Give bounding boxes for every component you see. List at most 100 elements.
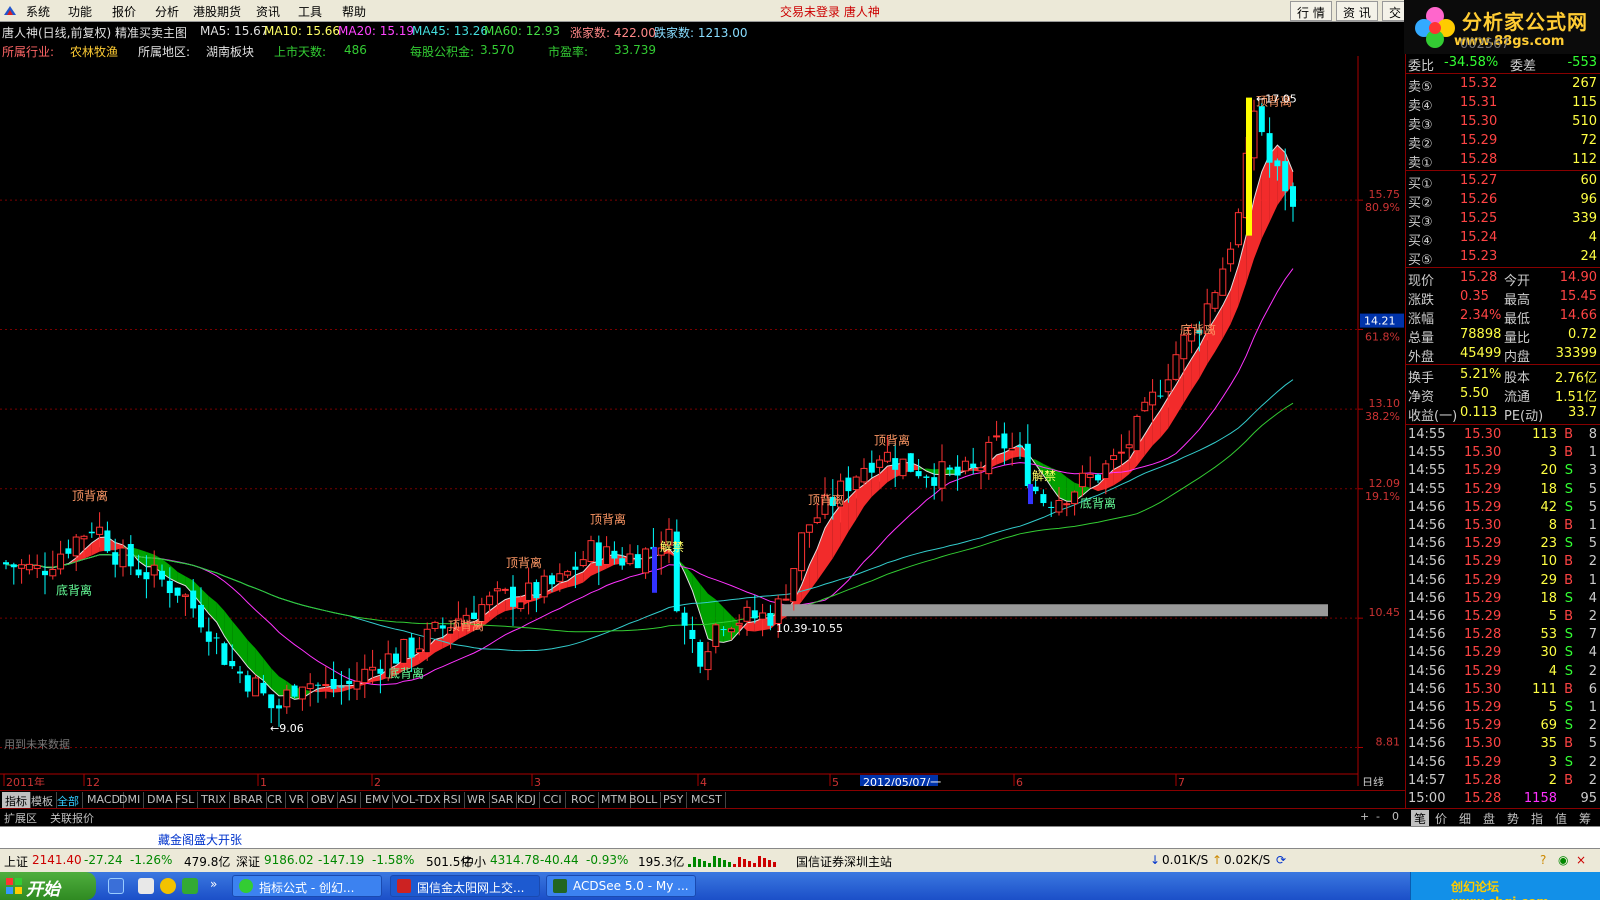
task-trading-window[interactable]: 国信金太阳网上交... [390,875,540,897]
bid-price: 15.24 [1460,230,1498,245]
indicator-tab-vr[interactable]: VR [286,792,309,808]
ask-level-label: 卖② [1408,137,1433,152]
up-arrow-icon: ↑ [1212,853,1223,867]
start-button[interactable]: 开始 [0,872,96,900]
zoom-in-button[interactable]: + [1360,810,1369,823]
indicator-tab-vol-tdx[interactable]: VOL-TDX [390,792,445,808]
side-tab-3[interactable]: 盘 [1483,810,1495,827]
indicator-tab-psy[interactable]: PSY [660,792,688,808]
tab-info[interactable]: 资 讯 [1336,1,1378,21]
price-tick-label: 8.81 [1376,735,1401,748]
indicator-tab-mcst[interactable]: MCST [688,792,726,808]
weicha-label: 委差 [1510,59,1537,74]
app-shortcut-icon[interactable] [182,878,198,894]
stat-value: 33399 [1555,346,1597,361]
help-icon[interactable]: ? [1540,853,1546,867]
stat-value: 14.90 [1559,270,1597,285]
app-window: 系统 功能 报价 分析 港股期货 资讯 工具 帮助 交易未登录 唐人神 行 情 … [0,0,1600,900]
side-tab-0[interactable]: 笔 [1411,810,1430,827]
stat-value: 0.113 [1460,405,1498,420]
menu-hk-futures[interactable]: 港股期货 [193,3,241,20]
notepad-icon[interactable] [138,878,154,894]
indicator-tab-cci[interactable]: CCI [540,792,566,808]
menu-system[interactable]: 系统 [26,3,50,20]
menu-news[interactable]: 资讯 [256,3,280,20]
bid-price: 15.23 [1460,249,1498,264]
indicator-tab-strip: 指标 模板 全部 MACD DMI DMA FSL TRIX BRAR CR VR OBV ASI EMV… [0,790,1405,808]
tab-related-quotes[interactable]: 关联报价 [50,810,94,826]
indicator-tab-boll[interactable]: BOLL [626,792,662,808]
indicator-tab-fsl[interactable]: FSL [172,792,199,808]
indicator-tab-sar[interactable]: SAR [488,792,518,808]
sz-index-label: 深证 [236,855,261,869]
zoom-reset-button[interactable]: 0 [1392,810,1399,823]
candle-body-up [883,451,891,462]
task-formula-window[interactable]: 指标公式 - 创幻... [232,875,382,897]
candle-body-up [626,553,634,565]
candle-body-down [634,554,641,569]
tick-count: 6 [1588,681,1597,697]
side-tab-4[interactable]: 势 [1507,810,1519,827]
indicator-tab-kdj[interactable]: KDJ [514,792,540,808]
tick-direction: S [1564,463,1573,479]
news-ticker-text[interactable]: 藏金阁盛大开张 [158,831,242,848]
date-tick-label: 2 [374,776,381,786]
menu-help[interactable]: 帮助 [342,3,366,20]
indicator-tab-rsi[interactable]: RSI [440,792,465,808]
tick-row: 14:56 15.29 5 S 1 [1406,699,1600,718]
side-tab-6[interactable]: 值 [1555,810,1567,827]
tick-volume: 42 [1540,499,1557,515]
indicator-tab-brar[interactable]: BRAR [230,792,267,808]
zoom-out-button[interactable]: - [1376,810,1380,823]
candle-body-up [1008,448,1016,452]
tick-time: 14:56 [1408,572,1446,588]
stat-label: 量比 [1504,331,1531,346]
messenger-icon[interactable] [160,878,176,894]
server-name[interactable]: 国信证券深圳主站 [796,853,892,870]
candle-body-up [322,684,330,687]
menu-quote[interactable]: 报价 [112,3,136,20]
close-icon[interactable]: × [1576,853,1586,867]
tick-time: 14:56 [1408,681,1446,697]
task-acdsee-window[interactable]: ACDSee 5.0 - My ... [546,875,696,897]
more-chevron-icon[interactable]: » [210,877,217,891]
side-tab-1[interactable]: 价 [1435,810,1447,827]
side-tab-2[interactable]: 细 [1459,810,1471,827]
bull-band-segment [1238,235,1247,306]
side-tab-5[interactable]: 指 [1531,810,1543,827]
indicator-tab-模板[interactable]: 模板 [28,792,57,808]
indicator-tab-asi[interactable]: ASI [336,792,361,808]
future-data-footnote: 用到未来数据 [4,737,70,751]
indicator-tab-trix[interactable]: TRIX [198,792,231,808]
indicator-tab-obv[interactable]: OBV [308,792,339,808]
panel-divider [1406,424,1600,425]
tick-time: 14:56 [1408,554,1446,570]
indicator-tab-指标[interactable]: 指标 [2,792,31,808]
sz-index-pct: -1.58% [372,853,415,867]
candle-body-down [1290,186,1296,207]
breadth-bar [748,861,751,867]
candle-body-down [65,548,72,554]
candle-body-up [938,461,946,489]
side-tab-7[interactable]: 筹 [1579,810,1591,827]
indicator-tab-wr[interactable]: WR [464,792,490,808]
indicator-tab-cr[interactable]: CR [264,792,287,808]
menu-function[interactable]: 功能 [68,3,92,20]
indicator-tab-dmi[interactable]: DMI [116,792,145,808]
indicator-tab-emv[interactable]: EMV [362,792,393,808]
indicator-tab-roc[interactable]: ROC [568,792,599,808]
bid-level-label: 买① [1408,177,1433,192]
tab-extension-area[interactable]: 扩展区 [4,810,37,826]
stat-label: 最高 [1504,293,1531,308]
chat-icon[interactable]: ◉ [1558,853,1568,867]
indicator-tab-全部[interactable]: 全部 [54,792,83,808]
bid-volume: 60 [1580,173,1597,188]
refresh-icon[interactable]: ⟳ [1276,853,1286,867]
ask-level-label: 卖① [1408,156,1433,171]
candle-body-up [899,458,907,477]
kline-chart[interactable]: × ×× ×× ×× ×× ×× ×× ×× ×× ×× ×× ×× ×× ××… [0,56,1405,786]
menu-analysis[interactable]: 分析 [155,3,179,20]
show-desktop-icon[interactable] [108,878,124,894]
menu-tools[interactable]: 工具 [298,3,322,20]
tab-quotes[interactable]: 行 情 [1290,1,1332,21]
